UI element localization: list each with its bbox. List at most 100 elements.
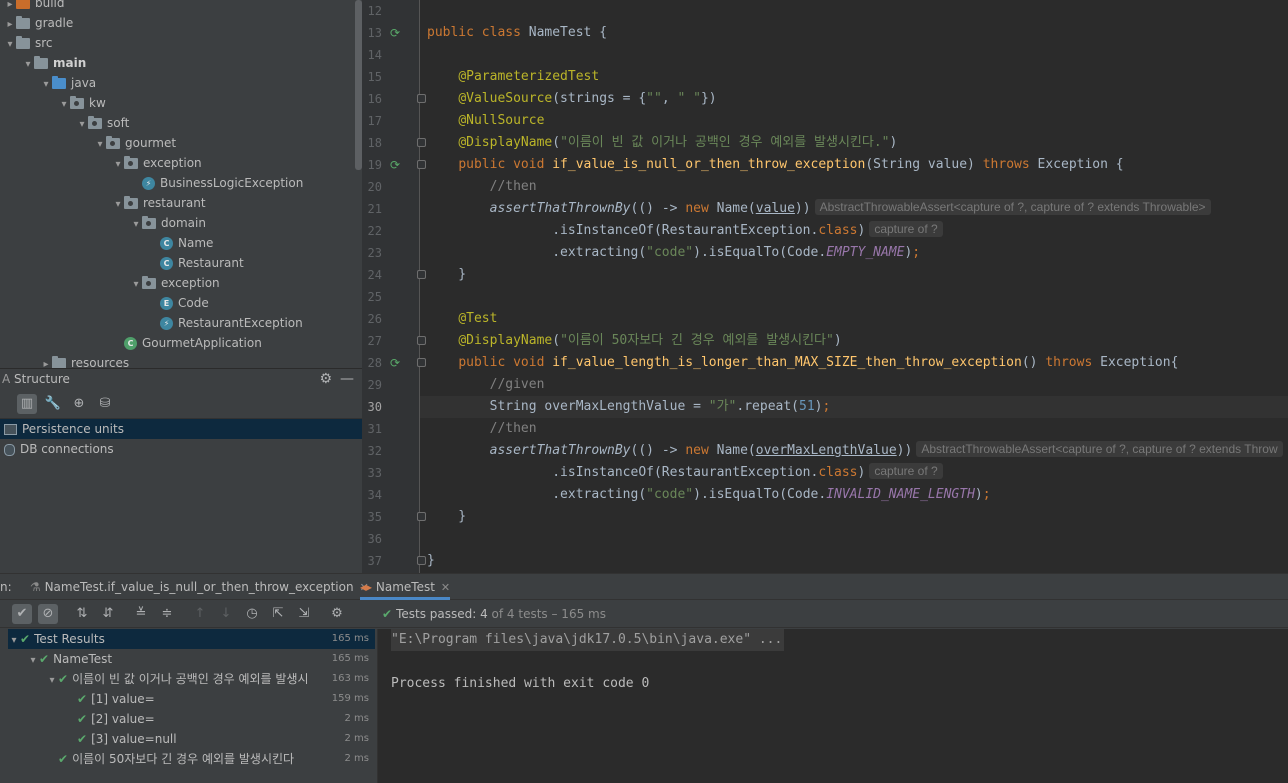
tree-item[interactable]: E Code <box>148 293 209 313</box>
code-line[interactable]: public void if_value_length_is_longer_th… <box>427 352 1178 374</box>
code-line[interactable]: .isInstanceOf(RestaurantException.class)… <box>427 462 943 484</box>
code-line[interactable]: public void if_value_is_null_or_then_thr… <box>427 154 1123 176</box>
code-editor[interactable]: 12 13 ⟳ 14 15 16 17 18 19 ⟳ 20 21 22 23 24 25 26 27 28 ⟳ 29 3… <box>362 0 1288 573</box>
tree-item[interactable]: C Name <box>148 233 213 253</box>
chevron-right-icon[interactable]: ▸ <box>4 15 16 35</box>
test-result-row[interactable]: ▾ ✔ NameTest 165 ms <box>8 649 375 669</box>
tree-item[interactable]: ⚡ BusinessLogicException <box>130 173 303 193</box>
tree-item[interactable]: ▾ gourmet <box>94 133 176 153</box>
export-icon[interactable]: ⇲ <box>294 604 314 624</box>
tree-item[interactable]: ▾ restaurant <box>112 193 206 213</box>
chevron-down-icon[interactable]: ▾ <box>112 195 124 215</box>
gear-icon[interactable]: ⚙ <box>319 369 332 389</box>
tree-item[interactable]: ▾ soft <box>76 113 129 133</box>
code-line[interactable]: assertThatThrownBy(() -> new Name(value)… <box>427 198 1211 220</box>
test-result-row[interactable]: ✔ [2] value= 2 ms <box>8 709 375 729</box>
test-result-row[interactable]: ▾ ✔ Test Results 165 ms <box>8 629 375 649</box>
code-line[interactable]: .extracting("code").isEqualTo(Code.INVAL… <box>427 484 990 506</box>
chevron-down-icon[interactable]: ▾ <box>22 55 34 75</box>
fold-marker-icon[interactable] <box>417 94 426 103</box>
expand-all-icon[interactable]: ≚ <box>131 604 151 624</box>
code-line[interactable]: //given <box>427 374 545 396</box>
code-line[interactable]: public class NameTest { <box>427 22 607 44</box>
tree-item[interactable]: ▾ src <box>4 33 53 53</box>
code-line[interactable]: @DisplayName("이름이 50자보다 긴 경우 예외를 발생시킨다") <box>427 330 841 352</box>
code-line[interactable]: @ParameterizedTest <box>427 66 599 88</box>
code-line[interactable]: .isInstanceOf(RestaurantException.class)… <box>427 220 943 242</box>
chevron-down-icon[interactable]: ▾ <box>130 275 142 295</box>
code-line[interactable]: //then <box>427 418 537 440</box>
sort-alpha-icon[interactable]: ⇅ <box>72 604 92 624</box>
chevron-down-icon[interactable]: ▾ <box>130 215 142 235</box>
fold-marker-icon[interactable] <box>417 160 426 169</box>
run-test-icon[interactable]: ⟳ <box>390 26 404 40</box>
fold-marker-icon[interactable] <box>417 336 426 345</box>
sort-duration-icon[interactable]: ⇵ <box>98 604 118 624</box>
fold-marker-icon[interactable] <box>417 138 426 147</box>
wrench-icon[interactable]: 🔧 <box>43 394 63 414</box>
chevron-down-icon[interactable]: ▾ <box>4 35 16 55</box>
structure-item-db-connections[interactable]: DB connections <box>0 439 362 459</box>
test-result-row[interactable]: ✔ [3] value=null 2 ms <box>8 729 375 749</box>
code-line[interactable]: @DisplayName("이름이 빈 값 이거나 공백인 경우 예외를 발생시… <box>427 132 897 154</box>
tree-item[interactable]: ▾ exception <box>130 273 220 293</box>
code-line[interactable]: @Test <box>427 308 497 330</box>
chevron-down-icon[interactable]: ▾ <box>27 651 39 671</box>
chevron-down-icon[interactable]: ▾ <box>76 115 88 135</box>
code-line[interactable]: @NullSource <box>427 110 544 132</box>
run-test-icon[interactable]: ⟳ <box>390 158 404 172</box>
tree-item[interactable]: ▸ build <box>4 0 65 13</box>
code-line[interactable]: } <box>427 506 466 528</box>
target-icon[interactable]: ⊕ <box>69 394 89 414</box>
previous-failed-icon[interactable]: ↑ <box>190 604 210 624</box>
test-result-row[interactable]: ✔ 이름이 50자보다 긴 경우 예외를 발생시킨다 2 ms <box>8 749 375 769</box>
tree-item[interactable]: ▾ main <box>22 53 86 73</box>
tree-item[interactable]: ▸ gradle <box>4 13 73 33</box>
fold-marker-icon[interactable] <box>417 358 426 367</box>
chevron-right-icon[interactable]: ▸ <box>40 355 52 368</box>
group-by-icon[interactable]: ▥ <box>17 394 37 414</box>
chevron-down-icon[interactable]: ▾ <box>112 155 124 175</box>
hierarchy-icon[interactable]: ⛁ <box>95 394 115 414</box>
tab-if-value-is-null[interactable]: ⚗ NameTest.if_value_is_null_or_then_thro… <box>30 574 369 600</box>
collapse-all-icon[interactable]: ≑ <box>157 604 177 624</box>
code-line[interactable]: } <box>427 264 466 286</box>
project-scrollbar[interactable] <box>355 0 362 170</box>
code-line[interactable]: @ValueSource(strings = {"", " "}) <box>427 88 716 110</box>
tree-item[interactable]: ▸ resources <box>40 353 129 368</box>
minimize-icon[interactable]: — <box>340 369 354 389</box>
next-failed-icon[interactable]: ↓ <box>216 604 236 624</box>
tree-item[interactable]: ⚡ RestaurantException <box>148 313 303 333</box>
close-icon[interactable]: ✕ <box>441 581 450 594</box>
import-icon[interactable]: ⇱ <box>268 604 288 624</box>
chevron-down-icon[interactable]: ▾ <box>40 75 52 95</box>
chevron-down-icon[interactable]: ▾ <box>58 95 70 115</box>
tree-item[interactable]: C GourmetApplication <box>112 333 262 353</box>
chevron-down-icon[interactable]: ▾ <box>46 671 58 691</box>
tree-item[interactable]: ▾ domain <box>130 213 206 233</box>
chevron-down-icon[interactable]: ▾ <box>8 631 20 651</box>
code-line[interactable]: //then <box>427 176 537 198</box>
fold-marker-icon[interactable] <box>417 556 426 565</box>
tree-item[interactable]: ▾ exception <box>112 153 202 173</box>
show-passed-icon[interactable]: ✔ <box>12 604 32 624</box>
run-test-icon[interactable]: ⟳ <box>390 356 404 370</box>
history-icon[interactable]: ◷ <box>242 604 262 624</box>
fold-marker-icon[interactable] <box>417 270 426 279</box>
code-line[interactable]: assertThatThrownBy(() -> new Name(overMa… <box>427 440 1283 462</box>
tree-item[interactable]: ▾ java <box>40 73 96 93</box>
tab-nametest[interactable]: ◂▸ NameTest ✕ <box>360 574 451 600</box>
tree-item[interactable]: C Restaurant <box>148 253 244 273</box>
code-line[interactable]: String overMaxLengthValue = "가".repeat(5… <box>420 396 1288 418</box>
code-line[interactable]: .extracting("code").isEqualTo(Code.EMPTY… <box>427 242 920 264</box>
test-result-row[interactable]: ▾ ✔ 이름이 빈 값 이거나 공백인 경우 예외를 발생시 163 ms <box>8 669 375 689</box>
tree-item[interactable]: ▾ kw <box>58 93 106 113</box>
code-line[interactable]: } <box>427 550 435 572</box>
console-output[interactable]: "E:\Program files\java\jdk17.0.5\bin\jav… <box>378 629 1288 783</box>
show-ignored-icon[interactable]: ⊘ <box>38 604 58 624</box>
fold-marker-icon[interactable] <box>417 512 426 521</box>
test-result-row[interactable]: ✔ [1] value= 159 ms <box>8 689 375 709</box>
settings-gear-icon[interactable]: ⚙ <box>327 604 347 624</box>
structure-item-persistence-units[interactable]: Persistence units <box>0 419 362 439</box>
chevron-down-icon[interactable]: ▾ <box>94 135 106 155</box>
